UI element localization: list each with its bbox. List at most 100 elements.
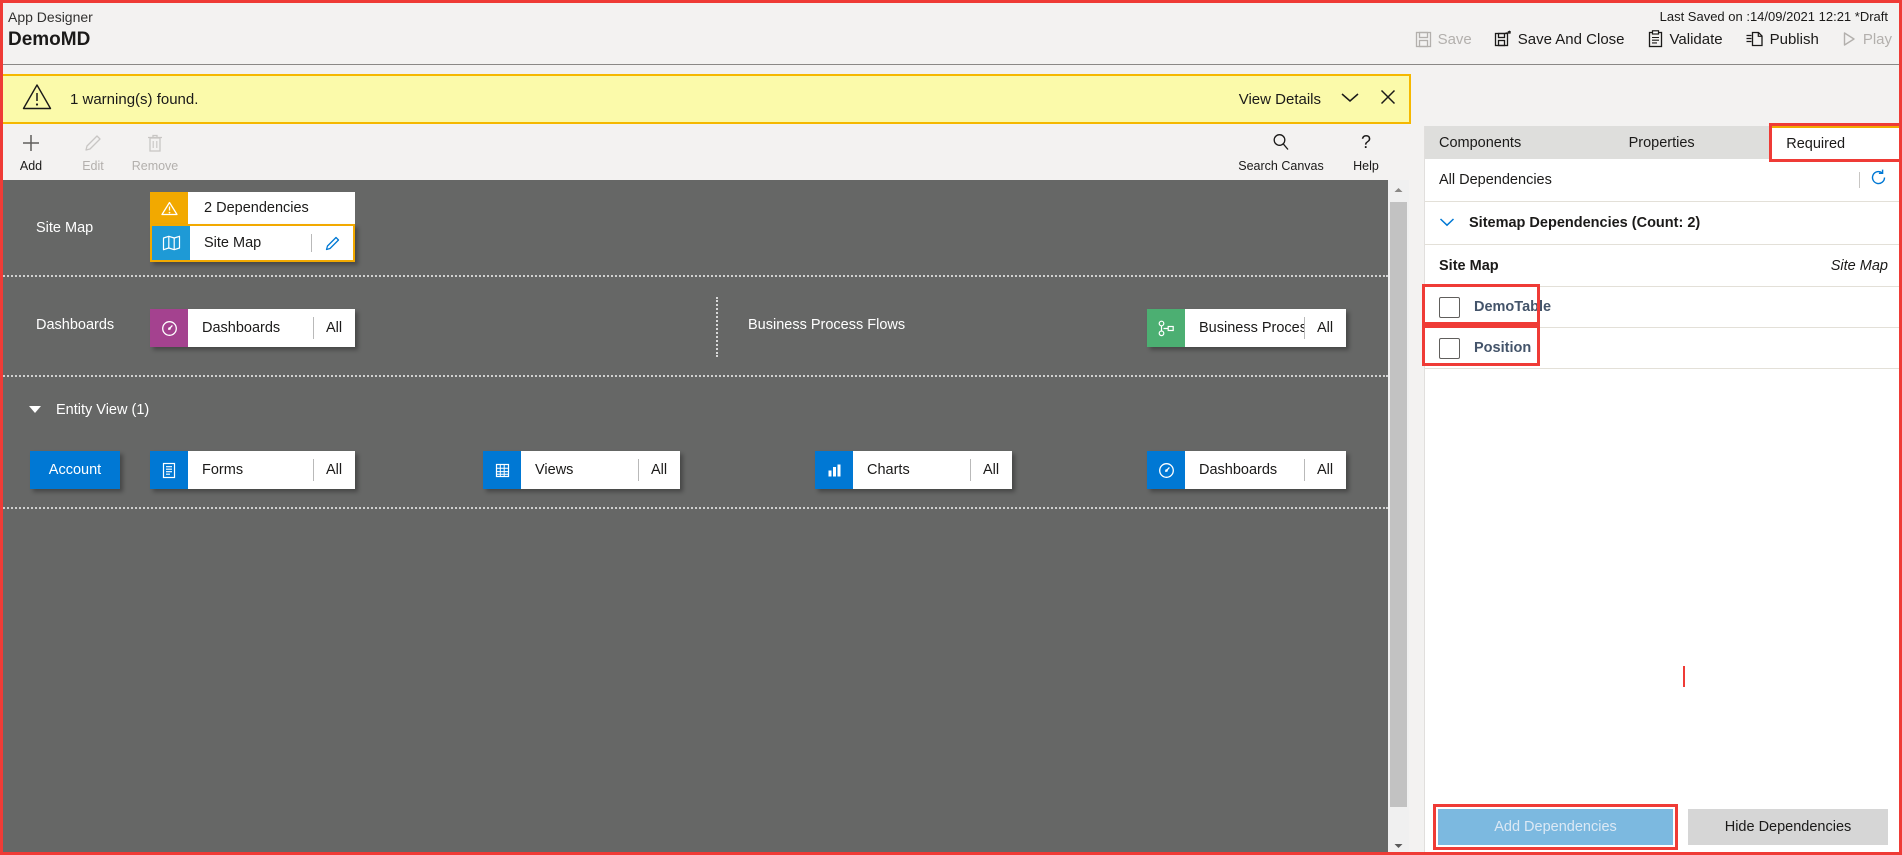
entity-view-header-label: Entity View (1)	[56, 402, 150, 418]
refresh-icon	[1869, 168, 1888, 192]
validate-label: Validate	[1669, 30, 1723, 48]
help-label: Help	[1353, 159, 1379, 173]
remove-button[interactable]: Remove	[124, 133, 186, 173]
canvas-tile-forms-label: Forms	[202, 462, 244, 478]
row-divider-dotted	[716, 297, 720, 357]
form-icon	[150, 451, 188, 489]
publish-button[interactable]: Publish	[1745, 30, 1819, 48]
dependency-group-name: Site Map	[1439, 257, 1499, 274]
scrollbar-thumb[interactable]	[1390, 202, 1407, 807]
search-canvas-label: Search Canvas	[1238, 159, 1324, 173]
validate-icon	[1647, 30, 1664, 48]
edit-button[interactable]: Edit	[62, 133, 124, 173]
canvas-tile-views[interactable]: Views All	[483, 451, 680, 489]
tab-properties[interactable]: Properties	[1615, 126, 1773, 159]
right-panel-footer: Add Dependencies Hide Dependencies	[1425, 800, 1902, 855]
question-icon: ?	[1356, 132, 1376, 155]
caret-down-icon	[28, 402, 42, 418]
dashboard-icon	[150, 309, 188, 347]
plus-icon	[21, 133, 41, 156]
refresh-separator	[1859, 172, 1860, 188]
dependency-item-demotable[interactable]: DemoTable	[1422, 284, 1902, 328]
save-button[interactable]: Save	[1415, 31, 1472, 48]
add-dependencies-button[interactable]: Add Dependencies	[1438, 809, 1673, 845]
canvas-tile-views-count: All	[638, 451, 680, 489]
save-and-close-label: Save And Close	[1517, 30, 1625, 48]
canvas-tile-charts[interactable]: Charts All	[815, 451, 1012, 489]
warning-triangle-icon	[150, 192, 188, 224]
toolbar-right-group: Search Canvas ? Help	[1225, 126, 1411, 179]
canvas-tile-dashboards[interactable]: Dashboards All	[150, 309, 355, 347]
right-properties-panel: Components Properties Required All Depen…	[1422, 123, 1902, 855]
chevron-down-icon[interactable]	[1339, 90, 1361, 109]
warning-triangle-icon	[22, 83, 52, 115]
edit-label: Edit	[82, 158, 104, 173]
canvas-row-entity-view: Entity View (1) Account Forms All Views …	[0, 377, 1388, 509]
remove-label: Remove	[131, 158, 179, 173]
publish-label: Publish	[1769, 30, 1819, 48]
tab-required[interactable]: Required	[1769, 123, 1902, 162]
pencil-icon	[83, 133, 103, 156]
save-and-close-button[interactable]: Save And Close	[1494, 30, 1625, 48]
scroll-down-arrow[interactable]	[1388, 836, 1409, 855]
dependency-item-label: Position	[1474, 340, 1532, 356]
app-title: DemoMD	[8, 29, 91, 50]
save-label: Save	[1437, 30, 1472, 48]
trash-icon	[145, 133, 165, 156]
scroll-up-arrow[interactable]	[1388, 180, 1409, 199]
canvas-toolbar: Add Edit Remove Search Canvas ? Help	[0, 126, 1411, 179]
search-canvas-button[interactable]: Search Canvas	[1225, 132, 1337, 173]
pencil-icon[interactable]	[311, 226, 353, 260]
entity-chip-account[interactable]: Account	[30, 451, 120, 489]
tab-components[interactable]: Components	[1425, 126, 1615, 159]
header-titles: App Designer DemoMD	[8, 8, 93, 52]
dependency-group-type: Site Map	[1830, 257, 1888, 274]
search-icon	[1271, 132, 1291, 155]
canvas-tile-sitemap[interactable]: Site Map	[150, 224, 355, 262]
canvas-tile-entity-dashboards-label: Dashboards	[1199, 462, 1278, 478]
dependency-item-checkbox[interactable]	[1439, 296, 1460, 318]
warning-actions: View Details	[1239, 76, 1397, 122]
header-command-bar: Save Save And Close Validate Publish Pla	[1415, 30, 1892, 48]
view-details-link[interactable]: View Details	[1239, 91, 1321, 108]
sitemap-dependencies-label: Sitemap Dependencies (Count: 2)	[1469, 215, 1701, 231]
tab-components-label: Components	[1439, 134, 1522, 151]
process-flow-icon	[1147, 309, 1185, 347]
sitemap-dependencies-group-header[interactable]: Sitemap Dependencies (Count: 2)	[1425, 202, 1902, 245]
canvas-tile-bpf-label: Business Proces...	[1199, 320, 1304, 336]
dependency-item-checkbox[interactable]	[1439, 337, 1460, 359]
last-saved-status: Last Saved on :14/09/2021 12:21 *Draft	[1659, 9, 1888, 24]
entity-view-header[interactable]: Entity View (1)	[28, 402, 149, 418]
canvas-tile-forms[interactable]: Forms All	[150, 451, 355, 489]
refresh-button[interactable]	[1859, 159, 1888, 201]
play-icon	[1841, 31, 1857, 47]
canvas-tile-entity-dashboards[interactable]: Dashboards All	[1147, 451, 1346, 489]
dependency-banner[interactable]: 2 Dependencies	[150, 192, 355, 224]
hide-dependencies-button[interactable]: Hide Dependencies	[1688, 809, 1888, 845]
chevron-down-icon	[1439, 214, 1455, 232]
canvas-row-sitemap: Site Map 2 Dependencies Site Map	[0, 180, 1388, 277]
dependency-banner-text: 2 Dependencies	[204, 200, 309, 216]
play-button[interactable]: Play	[1841, 31, 1892, 48]
canvas-tile-views-label: Views	[535, 462, 574, 478]
all-dependencies-row: All Dependencies	[1425, 159, 1902, 202]
entity-chip-label: Account	[48, 462, 102, 478]
canvas-tile-charts-label: Charts	[867, 462, 910, 478]
save-and-close-icon	[1494, 30, 1512, 48]
validate-button[interactable]: Validate	[1647, 30, 1723, 48]
canvas-vertical-scrollbar[interactable]	[1388, 180, 1409, 855]
close-icon[interactable]	[1379, 88, 1397, 111]
dependency-item-position[interactable]: Position	[1422, 325, 1902, 369]
canvas-tile-dashboards-count: All	[313, 309, 355, 347]
publish-icon	[1745, 30, 1764, 48]
canvas-tile-bpf[interactable]: Business Proces... All	[1147, 309, 1346, 347]
app-designer-canvas: Site Map 2 Dependencies Site Map Dashboa…	[0, 180, 1388, 855]
all-dependencies-label: All Dependencies	[1439, 172, 1552, 188]
canvas-tile-dashboards-label: Dashboards	[202, 320, 281, 336]
add-label: Add	[19, 158, 43, 173]
help-button[interactable]: ? Help	[1337, 132, 1395, 173]
add-button[interactable]: Add	[0, 133, 62, 173]
red-cursor-mark	[1683, 666, 1685, 687]
row-label-bpf: Business Process Flows	[748, 317, 906, 333]
canvas-row-dashboards: Dashboards Dashboards All Business Proce…	[0, 277, 1388, 377]
